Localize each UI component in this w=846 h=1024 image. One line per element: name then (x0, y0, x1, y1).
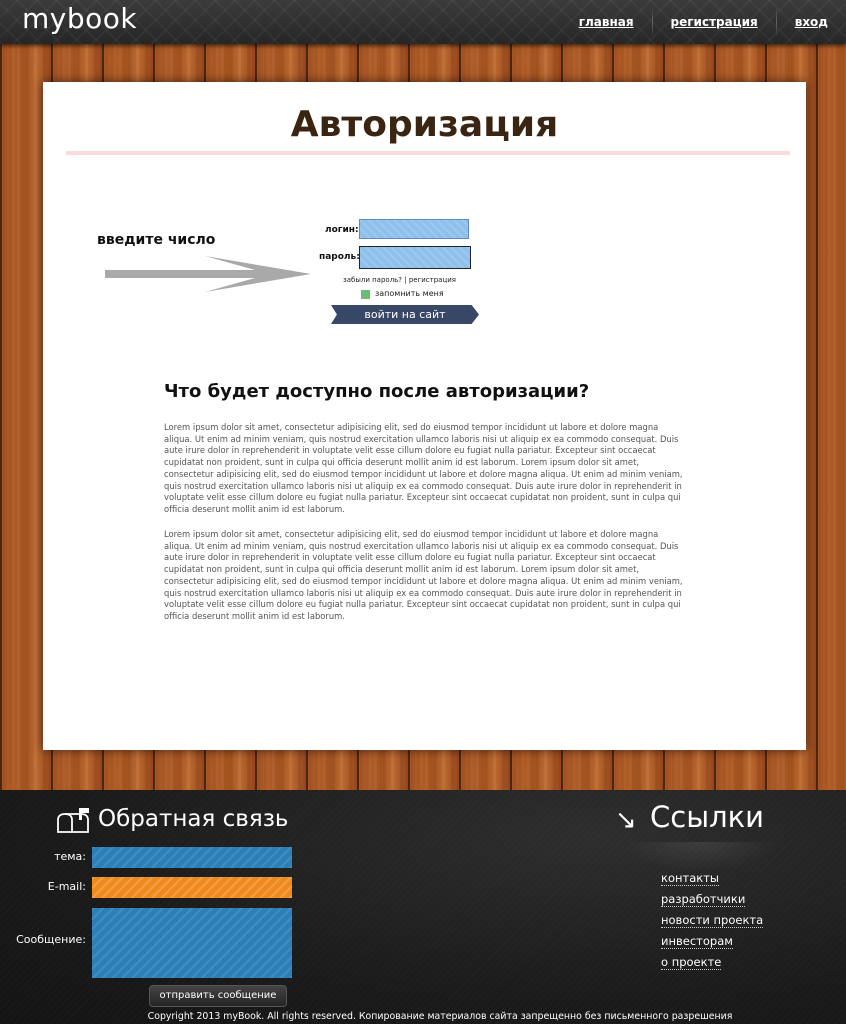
link-developers[interactable]: разработчики (661, 892, 746, 907)
page-title: Авторизация (290, 104, 559, 145)
main-panel: Авторизация введите число логин: пароль:… (43, 82, 806, 750)
email-input[interactable] (92, 877, 292, 898)
section-title: Что будет доступно после авторизации? (164, 381, 590, 402)
email-label: E-mail: (47, 880, 86, 893)
auth-links: забыли пароль? | регистрация (343, 276, 456, 284)
password-label: пароль: (319, 252, 360, 262)
password-input[interactable] (359, 246, 471, 269)
register-link[interactable]: регистрация (409, 276, 456, 284)
site-logo[interactable]: mybook (22, 2, 137, 35)
top-bar: mybook главная регистрация вход (0, 0, 846, 44)
link-news[interactable]: новости проекта (661, 913, 764, 928)
forgot-password-link[interactable]: забыли пароль? (343, 276, 402, 284)
feedback-title: Обратная связь (98, 806, 289, 832)
login-label: логин: (325, 225, 359, 235)
send-message-button[interactable]: отправить сообщение (149, 985, 287, 1007)
top-nav: главная регистрация вход (561, 0, 846, 44)
info-paragraph: Lorem ipsum dolor sit amet, consectetur … (164, 529, 683, 621)
link-about[interactable]: о проекте (661, 955, 722, 970)
title-divider (66, 151, 790, 155)
subject-label: тема: (54, 850, 86, 863)
remember-label: запомнить меня (375, 289, 444, 298)
nav-home-link[interactable]: главная (561, 0, 652, 44)
nav-login-link[interactable]: вход (777, 0, 846, 44)
info-paragraph: Lorem ipsum dolor sit amet, consectetur … (164, 422, 683, 514)
login-submit-button[interactable]: войти на сайт (331, 305, 479, 324)
link-investors[interactable]: инвесторам (661, 934, 733, 949)
captcha-hint: введите число (97, 232, 216, 248)
footer: Обратная связь тема: E-mail: Сообщение: … (0, 790, 846, 1024)
message-label: Сообщение: (16, 933, 86, 946)
mailbox-icon (57, 808, 89, 833)
subject-input[interactable] (92, 847, 292, 868)
link-contacts[interactable]: контакты (661, 871, 719, 886)
arrow-down-right-icon: ↘ (615, 805, 637, 835)
remember-checkbox[interactable] (361, 290, 370, 299)
arrow-right-icon (105, 256, 311, 292)
links-title: Ссылки (650, 800, 764, 834)
links-glow (620, 842, 780, 872)
nav-register-link[interactable]: регистрация (653, 0, 776, 44)
message-textarea[interactable] (92, 908, 292, 978)
login-input[interactable] (359, 219, 469, 239)
copyright-text: Copyright 2013 myBook. All rights reserv… (147, 1011, 733, 1022)
